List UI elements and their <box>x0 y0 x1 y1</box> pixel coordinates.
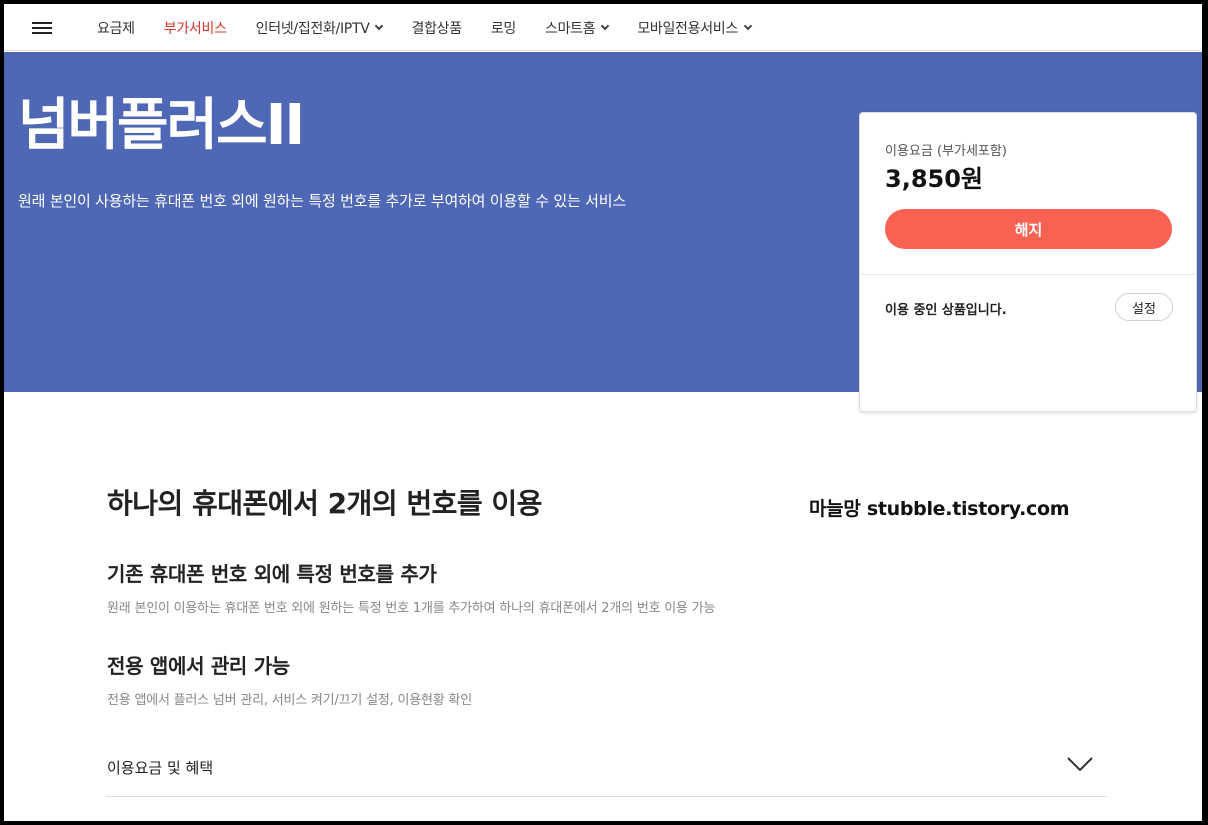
cancel-subscription-button[interactable]: 해지 <box>885 209 1172 249</box>
nav-menu: 요금제 부가서비스 인터넷/집전화/IPTV 결합상품 로밍 스마트홈 모바일전… <box>97 4 780 51</box>
feature-title: 기존 휴대폰 번호 외에 특정 번호를 추가 <box>107 562 437 586</box>
card-divider <box>860 274 1196 275</box>
feature-description: 전용 앱에서 플러스 넘버 관리, 서비스 켜기/끄기 설정, 이용현황 확인 <box>107 693 472 708</box>
hamburger-menu-icon[interactable] <box>32 22 52 34</box>
section-title: 하나의 휴대폰에서 2개의 번호를 이용 <box>107 487 542 520</box>
pricing-card: 이용요금 (부가세포함) 3,850원 해지 이용 중인 상품입니다. 설정 <box>859 112 1197 412</box>
nav-item-plans[interactable]: 요금제 <box>97 18 135 38</box>
price-value: 3,850원 <box>885 165 983 193</box>
nav-item-internet-phone-iptv[interactable]: 인터넷/집전화/IPTV <box>256 18 384 38</box>
pricing-benefits-accordion[interactable]: 이용요금 및 혜택 <box>106 742 1107 797</box>
watermark-text: 마늘망 stubble.tistory.com <box>809 498 1070 520</box>
nav-item-roaming[interactable]: 로밍 <box>491 18 516 38</box>
page-description: 원래 본인이 사용하는 휴대폰 번호 외에 원하는 특정 번호를 추가로 부여하… <box>18 192 626 210</box>
chevron-down-icon <box>375 21 384 30</box>
nav-item-bundles[interactable]: 결합상품 <box>411 18 462 38</box>
browser-frame: 요금제 부가서비스 인터넷/집전화/IPTV 결합상품 로밍 스마트홈 모바일전… <box>4 4 1202 821</box>
feature-description: 원래 본인이 이용하는 휴대폰 번호 외에 원하는 특정 번호 1개를 추가하여… <box>107 601 716 616</box>
subscription-status: 이용 중인 상품입니다. <box>885 303 1007 318</box>
accordion-label: 이용요금 및 혜택 <box>107 759 214 777</box>
chevron-down-icon <box>601 21 610 30</box>
price-label: 이용요금 (부가세포함) <box>885 144 1007 159</box>
top-nav: 요금제 부가서비스 인터넷/집전화/IPTV 결합상품 로밍 스마트홈 모바일전… <box>4 4 1202 51</box>
nav-item-addon-services[interactable]: 부가서비스 <box>164 18 227 38</box>
nav-item-mobile-only[interactable]: 모바일전용서비스 <box>637 18 753 38</box>
feature-title: 전용 앱에서 관리 가능 <box>107 654 290 678</box>
nav-item-smarthome[interactable]: 스마트홈 <box>545 18 610 38</box>
chevron-down-icon <box>1067 757 1093 772</box>
settings-button[interactable]: 설정 <box>1115 293 1173 321</box>
page-title: 넘버플러스II <box>18 93 305 158</box>
chevron-down-icon <box>743 21 753 30</box>
